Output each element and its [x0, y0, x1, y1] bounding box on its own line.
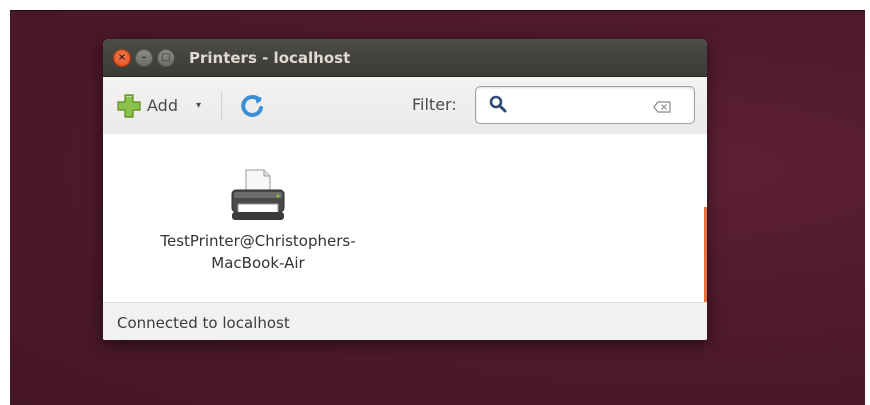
minimize-window-button[interactable]: –: [135, 48, 153, 67]
window-title: Printers - localhost: [189, 48, 351, 67]
filter-label: Filter:: [412, 95, 457, 114]
printer-list[interactable]: TestPrinter@Christophers- MacBook-Air: [103, 134, 707, 302]
search-icon: [489, 95, 507, 117]
filter-input[interactable]: [516, 93, 660, 117]
refresh-icon: [241, 94, 264, 117]
add-button-label: Add: [147, 96, 178, 115]
refresh-button[interactable]: [238, 92, 266, 120]
window-titlebar[interactable]: × – □ Printers - localhost: [103, 39, 707, 77]
scroll-indicator[interactable]: [704, 207, 707, 302]
printers-window: × – □ Printers - localhost Add ▾ Filter:: [103, 39, 707, 340]
close-window-button[interactable]: ×: [113, 48, 131, 67]
printer-name: TestPrinter@Christophers- MacBook-Air: [160, 232, 356, 272]
add-printer-button[interactable]: Add: [117, 93, 178, 118]
status-bar: Connected to localhost: [103, 302, 707, 340]
status-text: Connected to localhost: [117, 314, 290, 332]
printer-icon: [226, 166, 290, 226]
add-menu-dropdown[interactable]: ▾: [196, 100, 201, 111]
filter-field[interactable]: [475, 86, 695, 124]
toolbar: Add ▾ Filter:: [103, 77, 707, 135]
toolbar-separator: [221, 90, 223, 121]
clear-icon[interactable]: [653, 98, 671, 117]
add-icon: [117, 93, 141, 118]
maximize-window-button[interactable]: □: [157, 48, 175, 67]
printer-item[interactable]: TestPrinter@Christophers- MacBook-Air: [123, 166, 393, 274]
